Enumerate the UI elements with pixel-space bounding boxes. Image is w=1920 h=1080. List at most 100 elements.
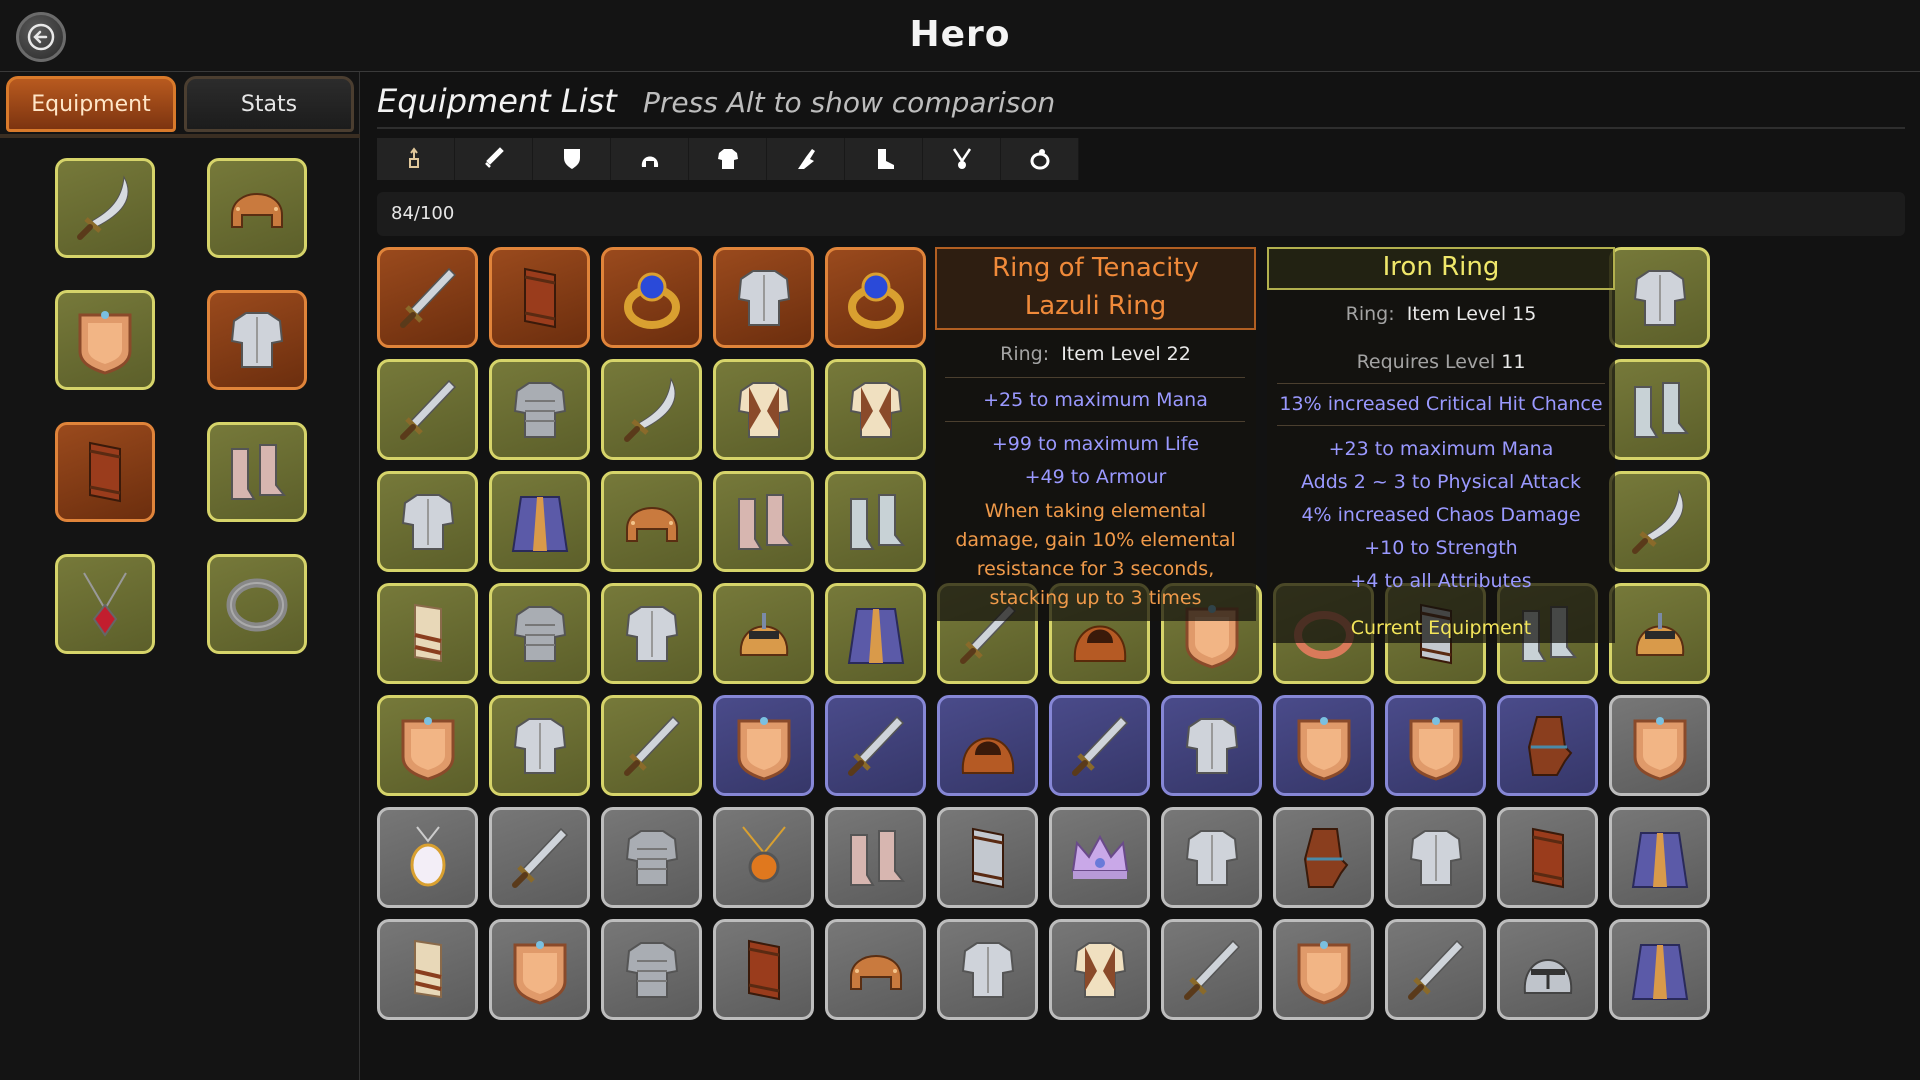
filter-boots-button[interactable] xyxy=(845,138,923,180)
tab-equipment[interactable]: Equipment xyxy=(6,76,176,132)
inventory-item[interactable] xyxy=(601,583,702,684)
inventory-item[interactable] xyxy=(713,807,814,908)
inventory-item[interactable] xyxy=(825,583,926,684)
leather-chest-icon xyxy=(1409,829,1462,886)
inventory-item[interactable] xyxy=(1497,807,1598,908)
inventory-item[interactable] xyxy=(1609,807,1710,908)
inventory-item[interactable] xyxy=(1609,247,1710,348)
bandage-wrap-icon xyxy=(413,603,442,662)
inventory-item[interactable] xyxy=(713,359,814,460)
equipment-list-title: Equipment List xyxy=(377,82,617,120)
inventory-item[interactable] xyxy=(601,247,702,348)
filter-shield-button[interactable] xyxy=(533,138,611,180)
inventory-item[interactable] xyxy=(601,807,702,908)
inventory-item[interactable] xyxy=(489,359,590,460)
inventory-item[interactable] xyxy=(713,471,814,572)
tab-stats[interactable]: Stats xyxy=(184,76,354,132)
inventory-item[interactable] xyxy=(601,695,702,796)
inventory-item[interactable] xyxy=(825,919,926,1020)
inventory-item[interactable] xyxy=(825,471,926,572)
scimitar-icon xyxy=(1631,488,1684,554)
inventory-item[interactable] xyxy=(1385,807,1486,908)
inventory-item[interactable] xyxy=(1497,695,1598,796)
inventory-item[interactable] xyxy=(1609,359,1710,460)
filter-amulet-button[interactable] xyxy=(923,138,1001,180)
tooltip-item-level: Ring: Item Level 22 xyxy=(935,343,1256,365)
bronze-shield-icon xyxy=(1297,940,1350,1005)
inventory-item[interactable] xyxy=(489,807,590,908)
inventory-item[interactable] xyxy=(601,359,702,460)
filter-all-button[interactable] xyxy=(377,138,455,180)
inventory-item[interactable] xyxy=(489,583,590,684)
inventory-item[interactable] xyxy=(377,807,478,908)
inventory-item[interactable] xyxy=(825,247,926,348)
inventory-item[interactable] xyxy=(377,471,478,572)
inventory-item[interactable] xyxy=(1161,695,1262,796)
inventory-item[interactable] xyxy=(1385,919,1486,1020)
inventory-item[interactable] xyxy=(1497,919,1598,1020)
inventory-item[interactable] xyxy=(1609,471,1710,572)
crown-icon xyxy=(1071,834,1128,879)
inventory-item[interactable] xyxy=(937,695,1038,796)
tooltip-item-base: Lazuli Ring xyxy=(1024,291,1167,321)
inventory-item[interactable] xyxy=(713,247,814,348)
inventory-item[interactable] xyxy=(1273,919,1374,1020)
filter-bar xyxy=(377,138,1079,180)
equipped-slot[interactable] xyxy=(55,290,155,390)
inventory-item[interactable] xyxy=(713,695,814,796)
filter-ring-button[interactable] xyxy=(1001,138,1079,180)
equipped-slot[interactable] xyxy=(207,554,307,654)
inventory-item[interactable] xyxy=(1049,695,1150,796)
inventory-item[interactable] xyxy=(489,919,590,1020)
inventory-item[interactable] xyxy=(377,359,478,460)
equipped-slot[interactable] xyxy=(207,290,307,390)
filter-weapon-button[interactable] xyxy=(455,138,533,180)
inventory-item[interactable] xyxy=(1161,919,1262,1020)
inventory-item[interactable] xyxy=(1161,807,1262,908)
inventory-item[interactable] xyxy=(1049,807,1150,908)
tooltip-level-value: Item Level 15 xyxy=(1406,303,1537,325)
inventory-item[interactable] xyxy=(377,919,478,1020)
inventory-item[interactable] xyxy=(489,471,590,572)
equipped-slot[interactable] xyxy=(55,158,155,258)
inventory-item[interactable] xyxy=(1049,919,1150,1020)
item-tooltip: Ring of Tenacity Lazuli Ring Ring: Item … xyxy=(935,247,1256,621)
inventory-item[interactable] xyxy=(489,247,590,348)
inventory-item[interactable] xyxy=(1273,807,1374,908)
bronze-helmet-icon xyxy=(625,506,678,542)
sword-icon xyxy=(399,267,456,328)
tooltip-mod: 13% increased Critical Hit Chance xyxy=(1279,393,1603,415)
equipped-slot[interactable] xyxy=(55,422,155,522)
inventory-item[interactable] xyxy=(377,583,478,684)
inventory-item[interactable] xyxy=(1609,583,1710,684)
inventory-item[interactable] xyxy=(1609,695,1710,796)
filter-chest-armor-button[interactable] xyxy=(689,138,767,180)
inventory-item[interactable] xyxy=(937,807,1038,908)
inventory-item[interactable] xyxy=(713,919,814,1020)
ring-icon xyxy=(1030,149,1049,170)
tooltip-item-name: Ring of Tenacity xyxy=(992,253,1199,283)
top-bar: Hero xyxy=(0,0,1920,72)
inventory-item[interactable] xyxy=(377,695,478,796)
inventory-item[interactable] xyxy=(489,695,590,796)
steel-chest-icon xyxy=(1185,717,1238,774)
inventory-item[interactable] xyxy=(825,359,926,460)
equipped-slot[interactable] xyxy=(207,422,307,522)
scimitar-icon xyxy=(623,376,676,442)
filter-helmet-button[interactable] xyxy=(611,138,689,180)
inventory-count: 84/100 xyxy=(377,192,1905,236)
equipped-slot[interactable] xyxy=(55,554,155,654)
equipped-slot[interactable] xyxy=(207,158,307,258)
inventory-item[interactable] xyxy=(1273,695,1374,796)
inventory-item[interactable] xyxy=(1609,919,1710,1020)
inventory-item[interactable] xyxy=(937,919,1038,1020)
inventory-item[interactable] xyxy=(601,919,702,1020)
inventory-item[interactable] xyxy=(713,583,814,684)
filter-gloves-button[interactable] xyxy=(767,138,845,180)
inventory-item[interactable] xyxy=(825,695,926,796)
inventory-item[interactable] xyxy=(825,807,926,908)
inventory-item[interactable] xyxy=(1385,695,1486,796)
inventory-item[interactable] xyxy=(601,471,702,572)
bronze-shield-icon xyxy=(1633,716,1686,781)
inventory-item[interactable] xyxy=(377,247,478,348)
